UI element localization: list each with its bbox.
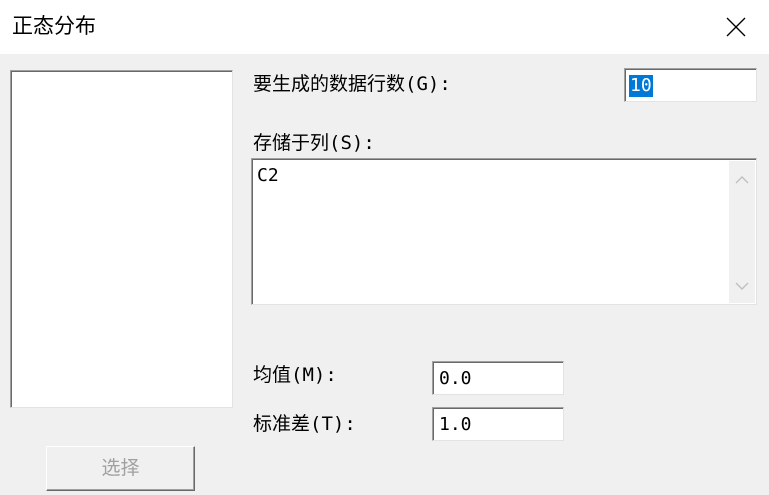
mean-input[interactable]: 0.0: [432, 361, 564, 395]
select-button[interactable]: 选择: [46, 446, 195, 491]
variable-list[interactable]: [10, 70, 233, 408]
scroll-up-icon[interactable]: [735, 175, 749, 185]
std-input[interactable]: 1.0: [432, 407, 564, 441]
vertical-scrollbar[interactable]: [729, 161, 755, 303]
close-button[interactable]: [713, 8, 759, 46]
rows-input[interactable]: 10: [624, 68, 757, 102]
mean-label: 均值(M):: [253, 364, 337, 386]
store-columns-input[interactable]: C2: [251, 158, 757, 305]
select-button-label: 选择: [101, 457, 140, 479]
mean-value: 0.0: [439, 368, 472, 389]
close-icon: [726, 17, 746, 37]
window-title: 正态分布: [12, 14, 96, 38]
rows-label: 要生成的数据行数(G):: [253, 73, 451, 95]
std-value: 1.0: [439, 414, 472, 435]
title-bar: 正态分布: [0, 0, 769, 54]
rows-value: 10: [629, 75, 653, 97]
std-label: 标准差(T):: [253, 413, 356, 435]
store-columns-value: C2: [257, 165, 279, 186]
scroll-down-icon[interactable]: [735, 281, 749, 291]
store-label: 存储于列(S):: [253, 132, 375, 154]
